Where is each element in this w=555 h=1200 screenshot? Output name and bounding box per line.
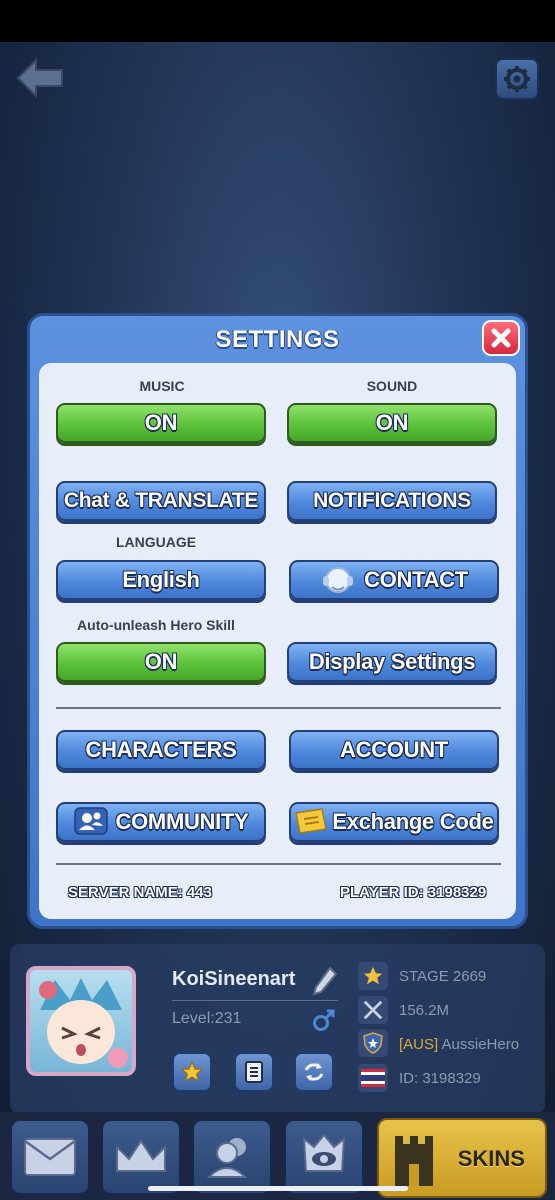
community-icon — [73, 807, 108, 837]
contact-button[interactable]: CONTACT — [289, 560, 499, 600]
auto-unleash-label: Auto-unleash Hero Skill — [77, 617, 235, 633]
dialog-title: SETTINGS — [215, 326, 340, 353]
account-button[interactable]: ACCOUNT — [289, 730, 499, 770]
thailand-flag-icon — [358, 1064, 388, 1092]
guild-text: [AUS] AussieHero — [399, 1036, 519, 1053]
favorite-button[interactable] — [172, 1052, 212, 1092]
auto-unleash-toggle-button[interactable]: ON — [56, 642, 266, 682]
gear-icon — [504, 66, 530, 92]
back-arrow-icon — [16, 57, 63, 99]
name-underline — [172, 1000, 338, 1001]
exchange-code-button[interactable]: Exchange Code — [289, 802, 499, 842]
divider — [56, 707, 501, 709]
ranking-button[interactable] — [101, 1119, 181, 1195]
male-gender-icon — [312, 1008, 336, 1037]
guild-shield-icon — [358, 1029, 388, 1057]
divider — [56, 863, 501, 865]
skins-label: SKINS — [457, 1146, 525, 1171]
player-level: Level:231 — [172, 1010, 242, 1027]
exchange-code-label: Exchange Code — [332, 809, 494, 834]
sound-toggle-button[interactable]: ON — [287, 403, 497, 443]
guild-name: AussieHero — [441, 1036, 520, 1053]
community-label: COMMUNITY — [115, 809, 249, 834]
power-text: 156.2M — [399, 1002, 450, 1019]
display-settings-button[interactable]: Display Settings — [287, 642, 497, 682]
notifications-button[interactable]: NOTIFICATIONS — [287, 481, 497, 521]
stage-text: STAGE 2669 — [399, 968, 487, 985]
music-toggle-button[interactable]: ON — [56, 403, 266, 443]
player-name: KoiSineenart — [172, 968, 296, 990]
home-indicator — [148, 1186, 408, 1191]
records-button[interactable] — [234, 1052, 274, 1092]
ticket-icon — [294, 807, 328, 837]
close-button[interactable] — [482, 320, 520, 356]
settings-gear-button[interactable] — [495, 58, 539, 100]
friends-icon — [207, 1138, 248, 1178]
edit-name-button[interactable] — [312, 966, 338, 1001]
document-icon — [245, 1061, 263, 1083]
mail-button[interactable] — [10, 1119, 90, 1195]
community-button[interactable]: COMMUNITY — [56, 802, 266, 842]
headset-icon — [320, 565, 356, 595]
pencil-icon — [312, 966, 338, 996]
summon-button[interactable] — [284, 1119, 364, 1195]
contact-label: CONTACT — [364, 567, 468, 592]
close-icon — [491, 328, 511, 348]
player-id-stat: ID: 3198329 — [399, 1070, 481, 1087]
stage-star-icon — [358, 962, 388, 990]
chat-translate-button[interactable]: Chat & TRANSLATE — [56, 481, 266, 521]
mail-icon — [24, 1138, 76, 1176]
sound-label: SOUND — [366, 378, 418, 394]
eye-emblem-icon — [302, 1133, 346, 1172]
switch-button[interactable] — [294, 1052, 334, 1092]
language-button[interactable]: English — [56, 560, 266, 600]
characters-button[interactable]: CHARACTERS — [56, 730, 266, 770]
music-label: MUSIC — [139, 378, 185, 394]
crossed-swords-icon — [358, 996, 388, 1024]
player-id-text: PLAYER ID: 3198329 — [340, 884, 487, 901]
avatar[interactable] — [26, 966, 136, 1076]
back-button[interactable] — [14, 56, 66, 100]
avatar-character-icon — [39, 978, 128, 1068]
star-icon — [180, 1060, 204, 1083]
friends-button[interactable] — [192, 1119, 272, 1195]
castle-icon — [395, 1136, 433, 1186]
crown-icon — [116, 1139, 166, 1172]
language-label: LANGUAGE — [115, 534, 197, 550]
status-bar — [0, 0, 555, 42]
guild-tag: [AUS] — [399, 1036, 439, 1053]
refresh-icon — [304, 1063, 324, 1081]
server-name-text: SERVER NAME: 443 — [68, 884, 212, 901]
